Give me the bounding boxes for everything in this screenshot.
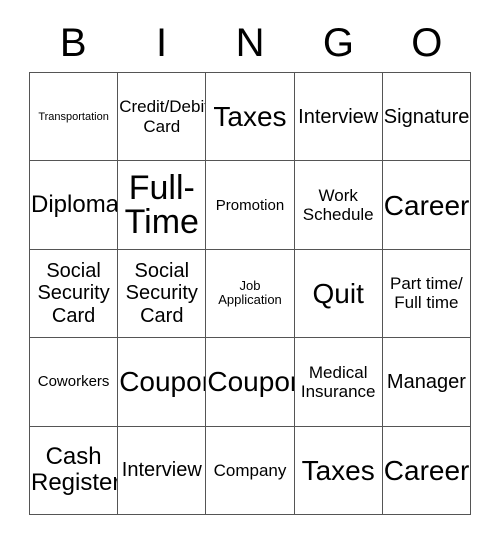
bingo-cell-label: Credit/Debit Card bbox=[119, 97, 207, 136]
bingo-cell-label: Interview bbox=[121, 459, 202, 482]
bingo-cell-label: Company bbox=[213, 460, 287, 480]
bingo-cell-label: Coupon bbox=[207, 366, 293, 398]
bingo-cell[interactable]: Coworkers bbox=[30, 338, 119, 427]
bingo-cell[interactable]: Social Security Card bbox=[30, 249, 119, 339]
bingo-cell[interactable]: Career bbox=[382, 161, 471, 250]
bingo-grid: Transportation Credit/Debit Card Taxes Inte… bbox=[29, 72, 471, 515]
bingo-cell-label: Job Application bbox=[218, 277, 282, 308]
bingo-cell[interactable]: Quit bbox=[294, 249, 383, 339]
bingo-cell[interactable]: Career bbox=[382, 426, 471, 515]
bingo-header-letter-i: I bbox=[156, 21, 168, 65]
bingo-card: B I N G O Transportation Credit/Debit Car… bbox=[0, 0, 500, 544]
bingo-cell-label: Cash Register bbox=[31, 443, 119, 497]
bingo-cell[interactable]: Medical Insurance bbox=[294, 338, 383, 427]
bingo-cell[interactable]: Cash Register bbox=[30, 426, 119, 515]
bingo-header: B I N G O bbox=[29, 14, 471, 72]
bingo-cell[interactable]: Transportation bbox=[30, 73, 119, 162]
bingo-cell-label: Interview bbox=[298, 105, 379, 128]
bingo-cell-label: Taxes bbox=[213, 101, 287, 133]
bingo-cell-label: Career bbox=[383, 189, 470, 221]
bingo-cell[interactable]: Signature bbox=[382, 73, 471, 162]
bingo-cell[interactable]: Job Application bbox=[206, 249, 295, 339]
bingo-cell[interactable]: Diploma bbox=[30, 161, 119, 250]
bingo-header-letter-g: G bbox=[322, 21, 354, 65]
bingo-cell[interactable]: Manager bbox=[382, 338, 471, 427]
bingo-cell-label: Quit bbox=[312, 277, 364, 309]
bingo-cell[interactable]: Interview bbox=[294, 73, 383, 162]
bingo-cell-label: Taxes bbox=[301, 454, 375, 486]
bingo-cell-label: Work Schedule bbox=[302, 185, 374, 225]
bingo-cell[interactable]: Work Schedule bbox=[294, 161, 383, 250]
bingo-header-letter-b: B bbox=[59, 21, 87, 65]
bingo-cell-label: Medical Insurance bbox=[300, 362, 376, 401]
bingo-cell-label: Coworkers bbox=[37, 373, 110, 391]
bingo-cell-label: Diploma bbox=[31, 191, 119, 219]
bingo-cell-label: Manager bbox=[386, 370, 466, 393]
bingo-cell-label: Social Security Card bbox=[125, 259, 198, 327]
bingo-cell[interactable]: Full- Time bbox=[118, 161, 207, 250]
bingo-header-letter-o: O bbox=[411, 21, 443, 65]
bingo-cell[interactable]: Part time/ Full time bbox=[382, 249, 471, 339]
bingo-cell[interactable]: Taxes bbox=[294, 426, 383, 515]
bingo-cell-label: Signature bbox=[383, 105, 470, 128]
bingo-cell[interactable]: Promotion bbox=[206, 161, 295, 250]
bingo-cell-label: Part time/ Full time bbox=[390, 274, 463, 313]
bingo-cell[interactable]: Social Security Card bbox=[118, 249, 207, 339]
bingo-cell-label: Full- Time bbox=[124, 169, 199, 242]
bingo-cell-label: Social Security Card bbox=[37, 259, 110, 327]
bingo-cell[interactable]: Interview bbox=[118, 426, 207, 515]
bingo-cell-label: Career bbox=[383, 454, 470, 486]
bingo-cell-label: Transportation bbox=[38, 110, 109, 123]
bingo-cell-label: Coupon bbox=[119, 366, 205, 398]
bingo-cell[interactable]: Taxes bbox=[206, 73, 295, 162]
bingo-header-letter-n: N bbox=[235, 21, 265, 65]
bingo-cell[interactable]: Coupon bbox=[118, 338, 207, 427]
bingo-cell[interactable]: Credit/Debit Card bbox=[118, 73, 207, 162]
bingo-cell-label: Promotion bbox=[215, 196, 285, 214]
bingo-cell[interactable]: Coupon bbox=[206, 338, 295, 427]
bingo-cell[interactable]: Company bbox=[206, 426, 295, 515]
